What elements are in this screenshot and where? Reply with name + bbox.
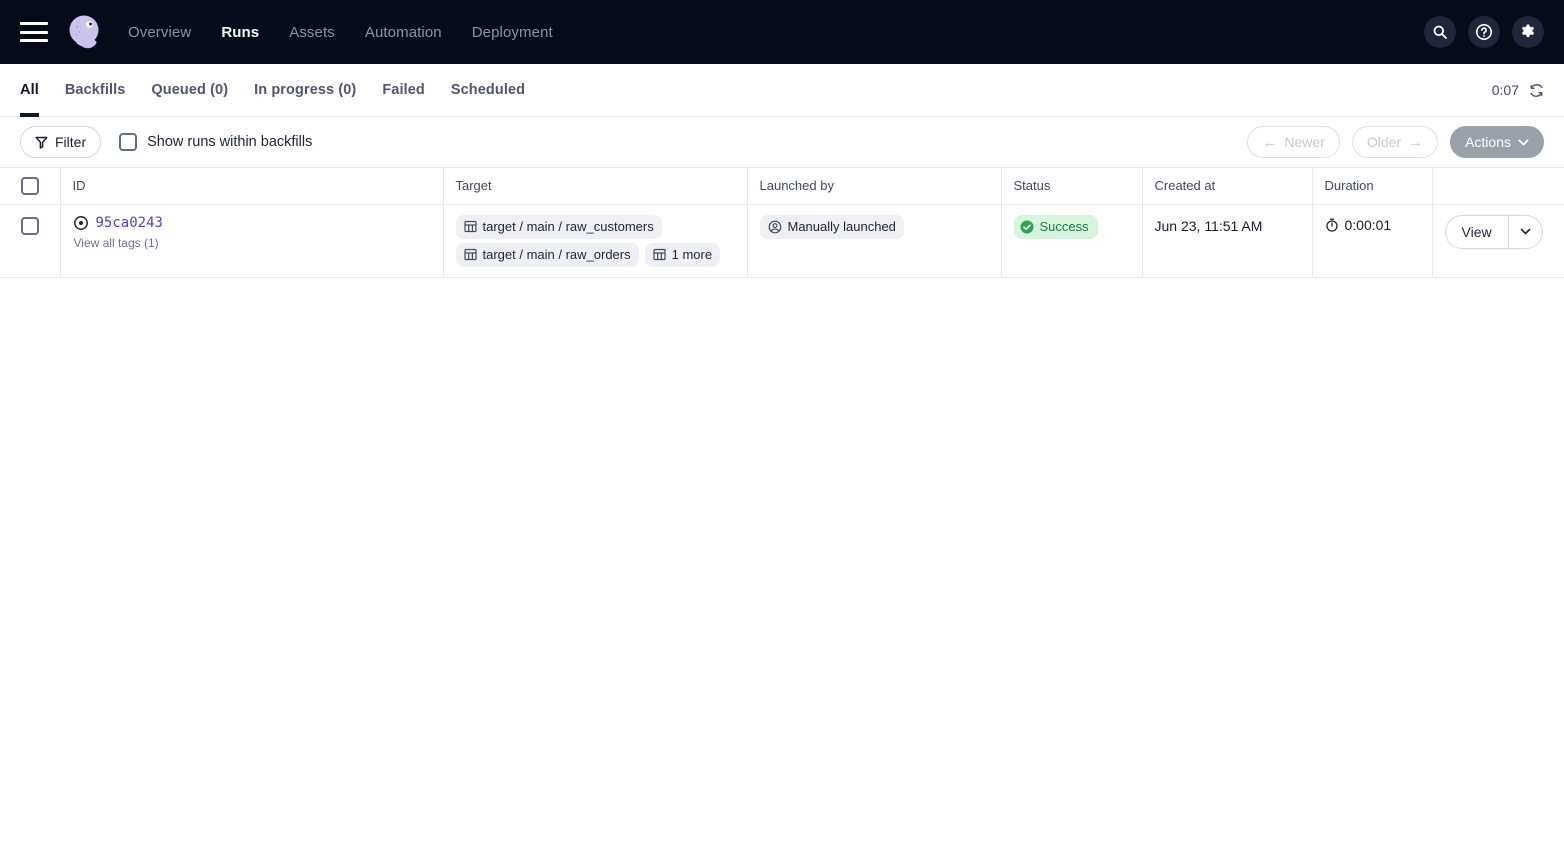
runs-table: ID Target Launched by Status Created at … xyxy=(0,168,1564,278)
show-backfills-checkbox[interactable] xyxy=(119,133,137,151)
runs-tabs-row: All Backfills Queued (0) In progress (0)… xyxy=(0,64,1564,117)
app-header: Overview Runs Assets Automation Deployme… xyxy=(0,0,1564,64)
table-row: 95ca0243 View all tags (1) target / main… xyxy=(0,204,1564,277)
filter-button[interactable]: Filter xyxy=(20,126,101,158)
column-header-created-at: Created at xyxy=(1142,168,1312,204)
column-header-duration: Duration xyxy=(1312,168,1432,204)
check-circle-icon xyxy=(1020,220,1034,234)
target-asset-pill[interactable]: target / main / raw_customers xyxy=(456,215,662,239)
newer-button[interactable]: ← Newer xyxy=(1247,126,1339,158)
show-backfills-label[interactable]: Show runs within backfills xyxy=(147,134,312,150)
duration-value: 0:00:01 xyxy=(1325,215,1420,233)
tab-failed[interactable]: Failed xyxy=(382,64,425,116)
column-header-target: Target xyxy=(443,168,747,204)
help-icon[interactable] xyxy=(1468,16,1500,48)
tab-backfills[interactable]: Backfills xyxy=(65,64,126,116)
dagster-logo[interactable] xyxy=(64,11,106,53)
column-header-status: Status xyxy=(1001,168,1142,204)
table-grid-icon xyxy=(464,248,477,261)
column-header-launched-by: Launched by xyxy=(747,168,1001,204)
search-icon[interactable] xyxy=(1424,16,1456,48)
table-grid-icon xyxy=(464,220,477,233)
refresh-icon[interactable] xyxy=(1529,83,1544,98)
column-header-actions xyxy=(1432,168,1564,204)
user-circle-icon xyxy=(768,220,782,234)
stopwatch-icon xyxy=(1325,218,1339,232)
chevron-down-icon xyxy=(1518,139,1529,146)
run-id-link[interactable]: 95ca0243 xyxy=(96,215,163,231)
row-checkbox[interactable] xyxy=(21,217,39,235)
actions-button[interactable]: Actions xyxy=(1450,126,1544,158)
table-header-row: ID Target Launched by Status Created at … xyxy=(0,168,1564,204)
tab-all[interactable]: All xyxy=(20,64,39,116)
menu-icon[interactable] xyxy=(20,22,48,42)
main-nav: Overview Runs Assets Automation Deployme… xyxy=(128,24,553,41)
refresh-countdown: 0:07 xyxy=(1492,82,1519,98)
view-button-group: View xyxy=(1445,215,1543,249)
select-all-checkbox[interactable] xyxy=(21,177,39,195)
nav-overview[interactable]: Overview xyxy=(128,24,191,41)
funnel-icon xyxy=(35,136,48,149)
status-badge: Success xyxy=(1014,215,1098,239)
column-header-id: ID xyxy=(60,168,443,204)
run-status-dot-icon xyxy=(73,215,89,231)
nav-automation[interactable]: Automation xyxy=(365,24,442,41)
settings-icon[interactable] xyxy=(1512,16,1544,48)
nav-runs[interactable]: Runs xyxy=(221,24,259,41)
more-targets-pill[interactable]: 1 more xyxy=(645,243,720,267)
older-button[interactable]: Older → xyxy=(1352,126,1438,158)
arrow-left-icon: ← xyxy=(1262,135,1277,150)
tab-scheduled[interactable]: Scheduled xyxy=(451,64,525,116)
target-asset-pill[interactable]: target / main / raw_orders xyxy=(456,243,639,267)
tab-in-progress[interactable]: In progress (0) xyxy=(254,64,356,116)
header-actions xyxy=(1424,16,1544,48)
created-at-value: Jun 23, 11:51 AM xyxy=(1155,215,1300,234)
view-all-tags-link[interactable]: View all tags (1) xyxy=(74,236,431,250)
tab-queued[interactable]: Queued (0) xyxy=(151,64,228,116)
chevron-down-icon xyxy=(1520,228,1531,235)
launched-by-pill[interactable]: Manually launched xyxy=(760,215,904,239)
runs-tabs: All Backfills Queued (0) In progress (0)… xyxy=(20,64,525,116)
table-grid-icon xyxy=(653,248,666,261)
nav-deployment[interactable]: Deployment xyxy=(472,24,553,41)
runs-toolbar: Filter Show runs within backfills ← Newe… xyxy=(0,117,1564,168)
view-button[interactable]: View xyxy=(1446,216,1508,248)
nav-assets[interactable]: Assets xyxy=(289,24,335,41)
view-dropdown-button[interactable] xyxy=(1508,216,1542,248)
arrow-right-icon: → xyxy=(1408,135,1423,150)
